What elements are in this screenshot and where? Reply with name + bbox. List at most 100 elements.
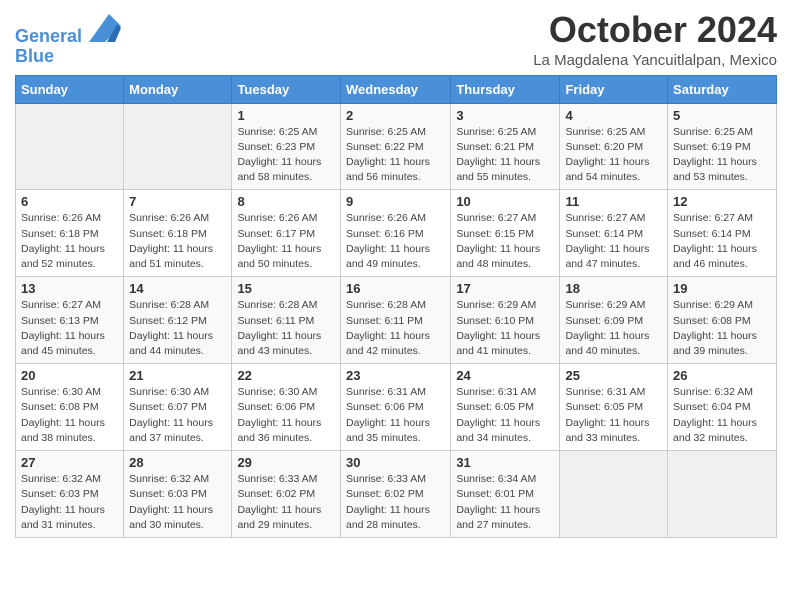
day-number: 23 — [346, 368, 445, 383]
day-info: Sunrise: 6:28 AMSunset: 6:11 PMDaylight:… — [346, 298, 445, 359]
day-info: Sunrise: 6:32 AMSunset: 6:04 PMDaylight:… — [673, 385, 771, 446]
calendar-cell — [668, 451, 777, 538]
header-tuesday: Tuesday — [232, 75, 341, 103]
day-info: Sunrise: 6:33 AMSunset: 6:02 PMDaylight:… — [346, 472, 445, 533]
day-number: 2 — [346, 108, 445, 123]
calendar-cell: 17 Sunrise: 6:29 AMSunset: 6:10 PMDayligh… — [451, 277, 560, 364]
day-info: Sunrise: 6:27 AMSunset: 6:13 PMDaylight:… — [21, 298, 118, 359]
day-number: 26 — [673, 368, 771, 383]
calendar-cell: 26 Sunrise: 6:32 AMSunset: 6:04 PMDayligh… — [668, 364, 777, 451]
calendar-week-1: 1 Sunrise: 6:25 AMSunset: 6:23 PMDaylight… — [16, 103, 777, 190]
calendar-week-3: 13 Sunrise: 6:27 AMSunset: 6:13 PMDayligh… — [16, 277, 777, 364]
day-info: Sunrise: 6:27 AMSunset: 6:14 PMDaylight:… — [565, 211, 662, 272]
day-number: 5 — [673, 108, 771, 123]
calendar-cell: 20 Sunrise: 6:30 AMSunset: 6:08 PMDayligh… — [16, 364, 124, 451]
calendar-cell: 30Sunrise: 6:33 AMSunset: 6:02 PMDayligh… — [340, 451, 450, 538]
calendar-cell: 10 Sunrise: 6:27 AMSunset: 6:15 PMDayligh… — [451, 190, 560, 277]
day-number: 1 — [237, 108, 335, 123]
logo: General Blue — [15, 14, 121, 67]
header-friday: Friday — [560, 75, 668, 103]
day-info: Sunrise: 6:25 AMSunset: 6:19 PMDaylight:… — [673, 125, 771, 186]
day-info: Sunrise: 6:33 AMSunset: 6:02 PMDaylight:… — [237, 472, 335, 533]
calendar-cell: 24 Sunrise: 6:31 AMSunset: 6:05 PMDayligh… — [451, 364, 560, 451]
day-number: 22 — [237, 368, 335, 383]
day-number: 12 — [673, 194, 771, 209]
day-info: Sunrise: 6:30 AMSunset: 6:07 PMDaylight:… — [129, 385, 226, 446]
day-info: Sunrise: 6:25 AMSunset: 6:22 PMDaylight:… — [346, 125, 445, 186]
day-number: 28 — [129, 455, 226, 470]
day-info: Sunrise: 6:30 AMSunset: 6:08 PMDaylight:… — [21, 385, 118, 446]
day-info: Sunrise: 6:32 AMSunset: 6:03 PMDaylight:… — [21, 472, 118, 533]
calendar-cell: 9 Sunrise: 6:26 AMSunset: 6:16 PMDaylight… — [340, 190, 450, 277]
day-info: Sunrise: 6:25 AMSunset: 6:23 PMDaylight:… — [237, 125, 335, 186]
day-info: Sunrise: 6:27 AMSunset: 6:14 PMDaylight:… — [673, 211, 771, 272]
day-number: 24 — [456, 368, 554, 383]
location-title: La Magdalena Yancuitlalpan, Mexico — [533, 52, 777, 69]
day-info: Sunrise: 6:30 AMSunset: 6:06 PMDaylight:… — [237, 385, 335, 446]
day-number: 31 — [456, 455, 554, 470]
day-number: 18 — [565, 281, 662, 296]
logo-icon — [89, 14, 121, 42]
calendar-table: SundayMondayTuesdayWednesdayThursdayFrid… — [15, 75, 777, 538]
day-number: 7 — [129, 194, 226, 209]
logo-general: General — [15, 26, 82, 46]
calendar-cell: 4 Sunrise: 6:25 AMSunset: 6:20 PMDaylight… — [560, 103, 668, 190]
calendar-week-2: 6 Sunrise: 6:26 AMSunset: 6:18 PMDaylight… — [16, 190, 777, 277]
calendar-cell: 8Sunrise: 6:26 AMSunset: 6:17 PMDaylight… — [232, 190, 341, 277]
calendar-cell: 14 Sunrise: 6:28 AMSunset: 6:12 PMDayligh… — [124, 277, 232, 364]
day-info: Sunrise: 6:28 AMSunset: 6:11 PMDaylight:… — [237, 298, 335, 359]
calendar-cell: 6 Sunrise: 6:26 AMSunset: 6:18 PMDaylight… — [16, 190, 124, 277]
day-info: Sunrise: 6:34 AMSunset: 6:01 PMDaylight:… — [456, 472, 554, 533]
day-number: 10 — [456, 194, 554, 209]
calendar-cell: 16 Sunrise: 6:28 AMSunset: 6:11 PMDayligh… — [340, 277, 450, 364]
calendar-cell: 21 Sunrise: 6:30 AMSunset: 6:07 PMDayligh… — [124, 364, 232, 451]
day-info: Sunrise: 6:26 AMSunset: 6:17 PMDaylight:… — [237, 211, 335, 272]
calendar-cell: 23 Sunrise: 6:31 AMSunset: 6:06 PMDayligh… — [340, 364, 450, 451]
day-number: 29 — [237, 455, 335, 470]
calendar-cell — [560, 451, 668, 538]
calendar-cell: 28 Sunrise: 6:32 AMSunset: 6:03 PMDayligh… — [124, 451, 232, 538]
calendar-cell: 27 Sunrise: 6:32 AMSunset: 6:03 PMDayligh… — [16, 451, 124, 538]
day-number: 15 — [237, 281, 335, 296]
calendar-week-4: 20 Sunrise: 6:30 AMSunset: 6:08 PMDayligh… — [16, 364, 777, 451]
day-info: Sunrise: 6:32 AMSunset: 6:03 PMDaylight:… — [129, 472, 226, 533]
header-thursday: Thursday — [451, 75, 560, 103]
day-number: 17 — [456, 281, 554, 296]
day-number: 4 — [565, 108, 662, 123]
day-number: 9 — [346, 194, 445, 209]
day-number: 27 — [21, 455, 118, 470]
day-number: 25 — [565, 368, 662, 383]
day-info: Sunrise: 6:31 AMSunset: 6:05 PMDaylight:… — [456, 385, 554, 446]
day-info: Sunrise: 6:27 AMSunset: 6:15 PMDaylight:… — [456, 211, 554, 272]
day-number: 19 — [673, 281, 771, 296]
month-title: October 2024 — [533, 10, 777, 50]
day-number: 13 — [21, 281, 118, 296]
title-section: October 2024 La Magdalena Yancuitlalpan,… — [533, 10, 777, 69]
calendar-cell: 3 Sunrise: 6:25 AMSunset: 6:21 PMDaylight… — [451, 103, 560, 190]
day-info: Sunrise: 6:26 AMSunset: 6:16 PMDaylight:… — [346, 211, 445, 272]
day-number: 6 — [21, 194, 118, 209]
day-info: Sunrise: 6:26 AMSunset: 6:18 PMDaylight:… — [129, 211, 226, 272]
day-info: Sunrise: 6:29 AMSunset: 6:10 PMDaylight:… — [456, 298, 554, 359]
day-info: Sunrise: 6:29 AMSunset: 6:08 PMDaylight:… — [673, 298, 771, 359]
day-info: Sunrise: 6:26 AMSunset: 6:18 PMDaylight:… — [21, 211, 118, 272]
day-number: 3 — [456, 108, 554, 123]
calendar-cell: 11Sunrise: 6:27 AMSunset: 6:14 PMDayligh… — [560, 190, 668, 277]
day-info: Sunrise: 6:25 AMSunset: 6:20 PMDaylight:… — [565, 125, 662, 186]
day-number: 16 — [346, 281, 445, 296]
logo-blue: Blue — [15, 47, 121, 67]
calendar-cell: 25Sunrise: 6:31 AMSunset: 6:05 PMDayligh… — [560, 364, 668, 451]
day-info: Sunrise: 6:25 AMSunset: 6:21 PMDaylight:… — [456, 125, 554, 186]
calendar-cell: 15 Sunrise: 6:28 AMSunset: 6:11 PMDayligh… — [232, 277, 341, 364]
header-monday: Monday — [124, 75, 232, 103]
day-number: 20 — [21, 368, 118, 383]
calendar-cell: 5 Sunrise: 6:25 AMSunset: 6:19 PMDaylight… — [668, 103, 777, 190]
day-number: 21 — [129, 368, 226, 383]
calendar-cell — [16, 103, 124, 190]
day-info: Sunrise: 6:31 AMSunset: 6:06 PMDaylight:… — [346, 385, 445, 446]
calendar-cell: 2 Sunrise: 6:25 AMSunset: 6:22 PMDaylight… — [340, 103, 450, 190]
day-number: 14 — [129, 281, 226, 296]
day-info: Sunrise: 6:28 AMSunset: 6:12 PMDaylight:… — [129, 298, 226, 359]
calendar-cell — [124, 103, 232, 190]
page-header: General Blue October 2024 La Magdalena Y… — [15, 10, 777, 69]
